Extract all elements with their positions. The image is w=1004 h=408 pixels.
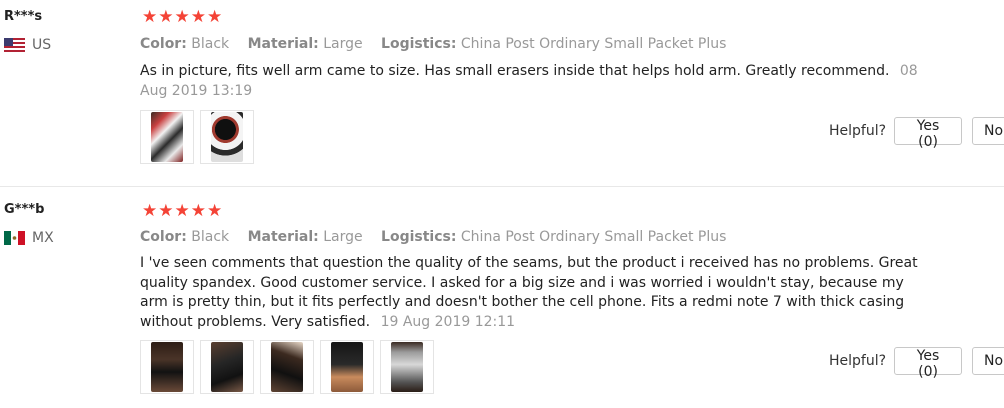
review-text: I 've seen comments that question the qu… (140, 254, 930, 332)
review-photo-thumbnail[interactable] (140, 110, 194, 164)
star-icon: ★ (174, 7, 190, 27)
order-attributes: Color: Black Material: Large Logistics: … (140, 229, 740, 245)
review-item: G***b MX ★ ★ ★ ★ ★ Color: Black Material… (0, 187, 1004, 408)
star-icon: ★ (190, 7, 206, 27)
review-photo-thumbnail[interactable] (200, 110, 254, 164)
country-code: US (32, 37, 52, 53)
attr-color-value: Black (191, 229, 230, 245)
attr-color-key: Color: (140, 36, 187, 52)
star-rating: ★ ★ ★ ★ ★ (142, 202, 222, 220)
attr-logistics-key: Logistics: (381, 229, 457, 245)
helpful-no-button[interactable]: No (972, 347, 1004, 375)
star-icon: ★ (158, 7, 174, 27)
attr-logistics-value: China Post Ordinary Small Packet Plus (460, 229, 727, 245)
attr-material-key: Material: (247, 229, 319, 245)
helpful-vote: Helpful? Yes (0) No (829, 117, 1004, 150)
attr-logistics-value: China Post Ordinary Small Packet Plus (460, 36, 727, 52)
helpful-yes-button[interactable]: Yes (0) (894, 117, 963, 150)
us-flag-icon (4, 38, 25, 52)
review-item: R***s US ★ ★ ★ ★ ★ Color: Black Material… (0, 0, 1004, 186)
helpful-no-button[interactable]: No (972, 117, 1004, 145)
star-icon: ★ (190, 201, 206, 221)
mx-flag-icon (4, 231, 25, 245)
attr-color-value: Black (191, 36, 230, 52)
attr-material-value: Large (323, 36, 363, 52)
helpful-label: Helpful? (829, 123, 887, 139)
review-text: As in picture, fits well arm came to siz… (140, 62, 930, 101)
review-photos (140, 340, 434, 394)
helpful-label: Helpful? (829, 353, 887, 369)
star-icon: ★ (174, 201, 190, 221)
reviewer-name: G***b (4, 202, 45, 217)
attr-color-key: Color: (140, 229, 187, 245)
star-icon: ★ (207, 201, 223, 221)
helpful-yes-button[interactable]: Yes (0) (894, 347, 963, 380)
review-content: I 've seen comments that question the qu… (140, 255, 918, 330)
review-content: As in picture, fits well arm came to siz… (140, 63, 890, 79)
reviewer-country: US (4, 37, 51, 53)
review-photo-thumbnail[interactable] (200, 340, 254, 394)
helpful-vote: Helpful? Yes (0) No (829, 347, 1004, 380)
review-photo-thumbnail[interactable] (140, 340, 194, 394)
reviewer-country: MX (4, 230, 54, 246)
review-date: 19 Aug 2019 12:11 (380, 313, 516, 330)
attr-material-value: Large (323, 229, 363, 245)
star-icon: ★ (207, 7, 223, 27)
order-attributes: Color: Black Material: Large Logistics: … (140, 36, 740, 52)
star-icon: ★ (142, 201, 158, 221)
review-photos (140, 110, 254, 164)
star-rating: ★ ★ ★ ★ ★ (142, 8, 222, 26)
review-photo-thumbnail[interactable] (320, 340, 374, 394)
attr-logistics-key: Logistics: (381, 36, 457, 52)
country-code: MX (32, 230, 54, 246)
star-icon: ★ (158, 201, 174, 221)
reviewer-name: R***s (4, 9, 43, 24)
star-icon: ★ (142, 7, 158, 27)
attr-material-key: Material: (247, 36, 319, 52)
review-photo-thumbnail[interactable] (260, 340, 314, 394)
review-photo-thumbnail[interactable] (380, 340, 434, 394)
